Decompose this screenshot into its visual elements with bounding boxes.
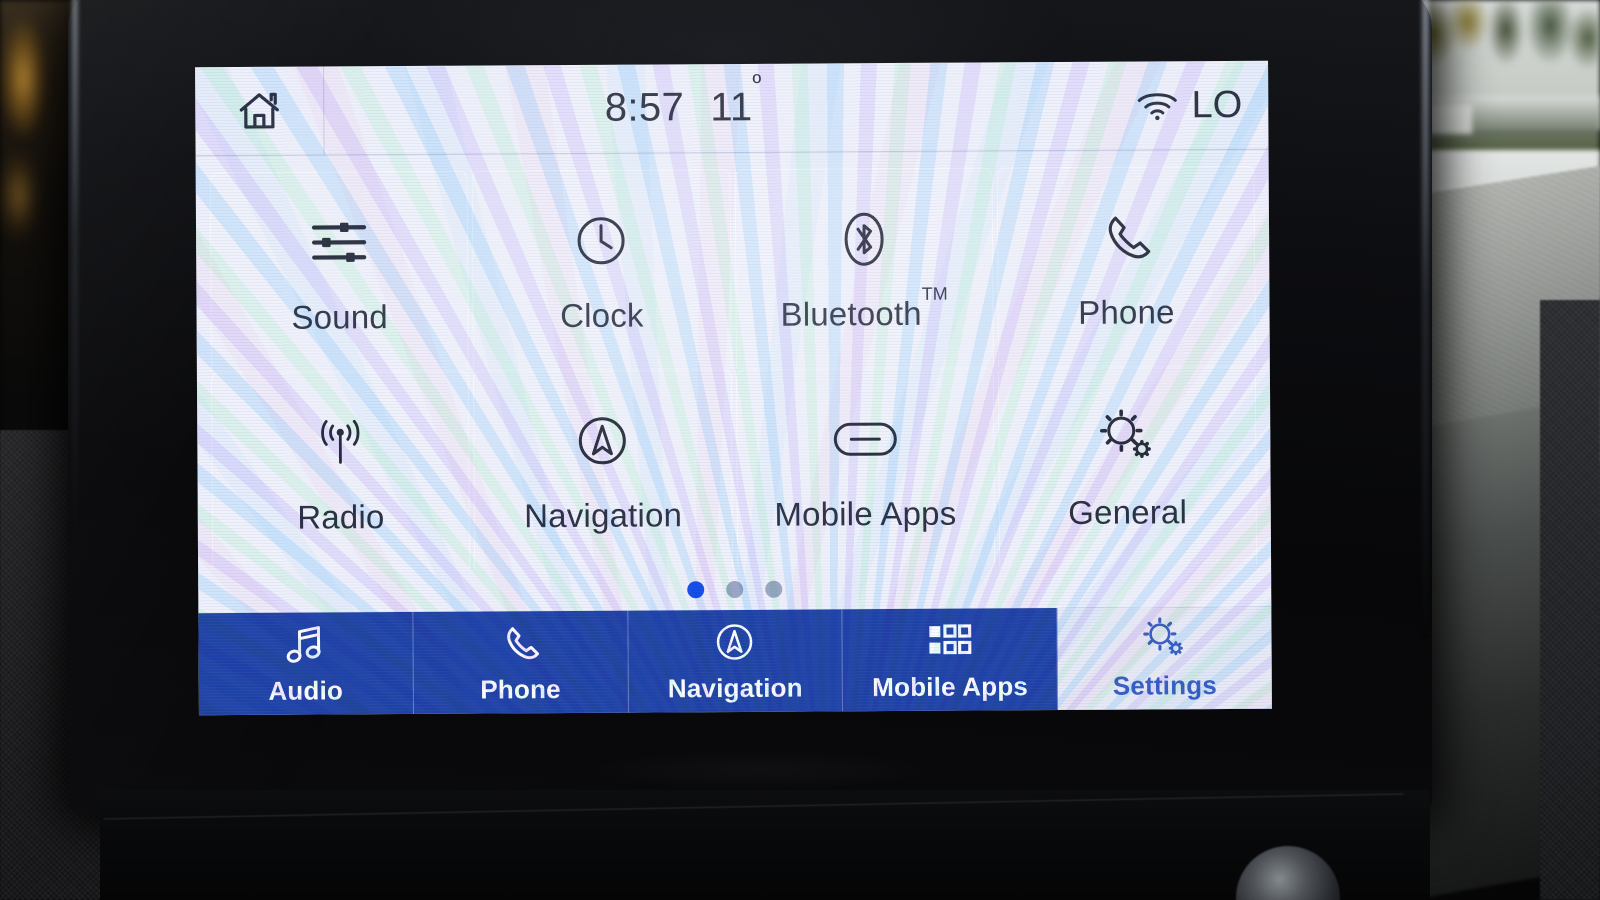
phone-handset-icon [1098,201,1154,273]
nav-tab-label: Settings [1112,669,1218,701]
page-dot-2[interactable] [726,580,744,598]
settings-tile-label: Mobile Apps [774,494,957,533]
housing-left-highlight [72,0,78,690]
nav-tab-label: Mobile Apps [872,670,1029,702]
home-icon [236,89,282,133]
roadside-sign [1428,104,1472,134]
window-light-glow-secondary [0,150,38,240]
settings-tile-phone[interactable]: Phone [996,165,1256,367]
home-button[interactable] [195,66,325,156]
nav-tab-label: Audio [268,674,344,706]
settings-tile-general[interactable]: General [997,365,1258,567]
nav-tab-label: Navigation [667,672,803,703]
apps-grid-icon [928,618,972,662]
clock-icon [573,205,629,277]
cabin-right-trim [1540,300,1600,900]
temperature-unit: º [752,70,762,98]
bottom-navigation-bar: Audio Phone Navigation Mobile Apps Setti… [198,606,1272,716]
navigation-compass-icon [574,404,630,476]
nav-tab-navigation[interactable]: Navigation [627,609,844,714]
page-indicator [198,565,1271,614]
nav-tab-mobile-apps[interactable]: Mobile Apps [842,608,1059,713]
settings-tile-clock[interactable]: Clock [471,169,732,371]
settings-tile-bluetooth[interactable]: BluetoothTM [734,167,994,369]
equalizer-sliders-icon [308,206,370,278]
status-center-group: 8:57 11º [324,70,1042,133]
settings-tile-label: Clock [560,296,644,335]
settings-tile-label: General [1068,492,1188,531]
temperature-value: 11 [710,85,753,130]
settings-tile-label: Radio [297,497,385,536]
bluetooth-icon [838,203,888,275]
wifi-icon [1135,89,1179,121]
nav-tab-audio[interactable]: Audio [198,611,414,716]
settings-tile-label: Sound [291,298,389,336]
outside-temperature: 11º [710,70,762,131]
settings-tile-label: Phone [1078,293,1175,331]
dashboard-vent-shadow [560,748,960,792]
navigation-compass-icon [714,619,756,663]
car-interior-scene: 8:57 11º LO Sound Clock BluetoothTM Phon… [0,0,1600,900]
settings-tile-navigation[interactable]: Navigation [473,368,733,570]
status-right-group: LO [1042,83,1268,127]
settings-tile-grid: Sound Clock BluetoothTM Phone Radio Navi… [196,150,1272,572]
link-chain-icon [832,402,898,474]
nav-tab-label: Phone [480,673,561,705]
status-bar: 8:57 11º LO [195,60,1269,157]
settings-tile-label: BluetoothTM [780,284,948,333]
windscreen-view [1410,0,1600,900]
window-light-glow [2,18,46,138]
radio-antenna-icon [309,406,371,478]
page-dot-3[interactable] [765,580,783,598]
gears-icon [1096,401,1158,473]
phone-handset-icon [499,621,541,665]
nav-tab-phone[interactable]: Phone [413,610,629,715]
gears-icon [1140,616,1188,661]
settings-tile-mobile-apps[interactable]: Mobile Apps [735,366,995,568]
housing-right-highlight [1422,0,1429,756]
sync3-touchscreen[interactable]: 8:57 11º LO Sound Clock BluetoothTM Phon… [195,60,1272,716]
settings-tile-sound[interactable]: Sound [209,170,470,372]
nav-tab-settings[interactable]: Settings [1057,606,1272,712]
clock-time: 8:57 [604,85,685,131]
page-dot-1[interactable] [687,580,705,598]
music-note-icon [285,622,325,666]
signal-strength-label: LO [1191,83,1243,126]
settings-tile-radio[interactable]: Radio [210,370,471,572]
settings-tile-label: Navigation [524,495,683,534]
